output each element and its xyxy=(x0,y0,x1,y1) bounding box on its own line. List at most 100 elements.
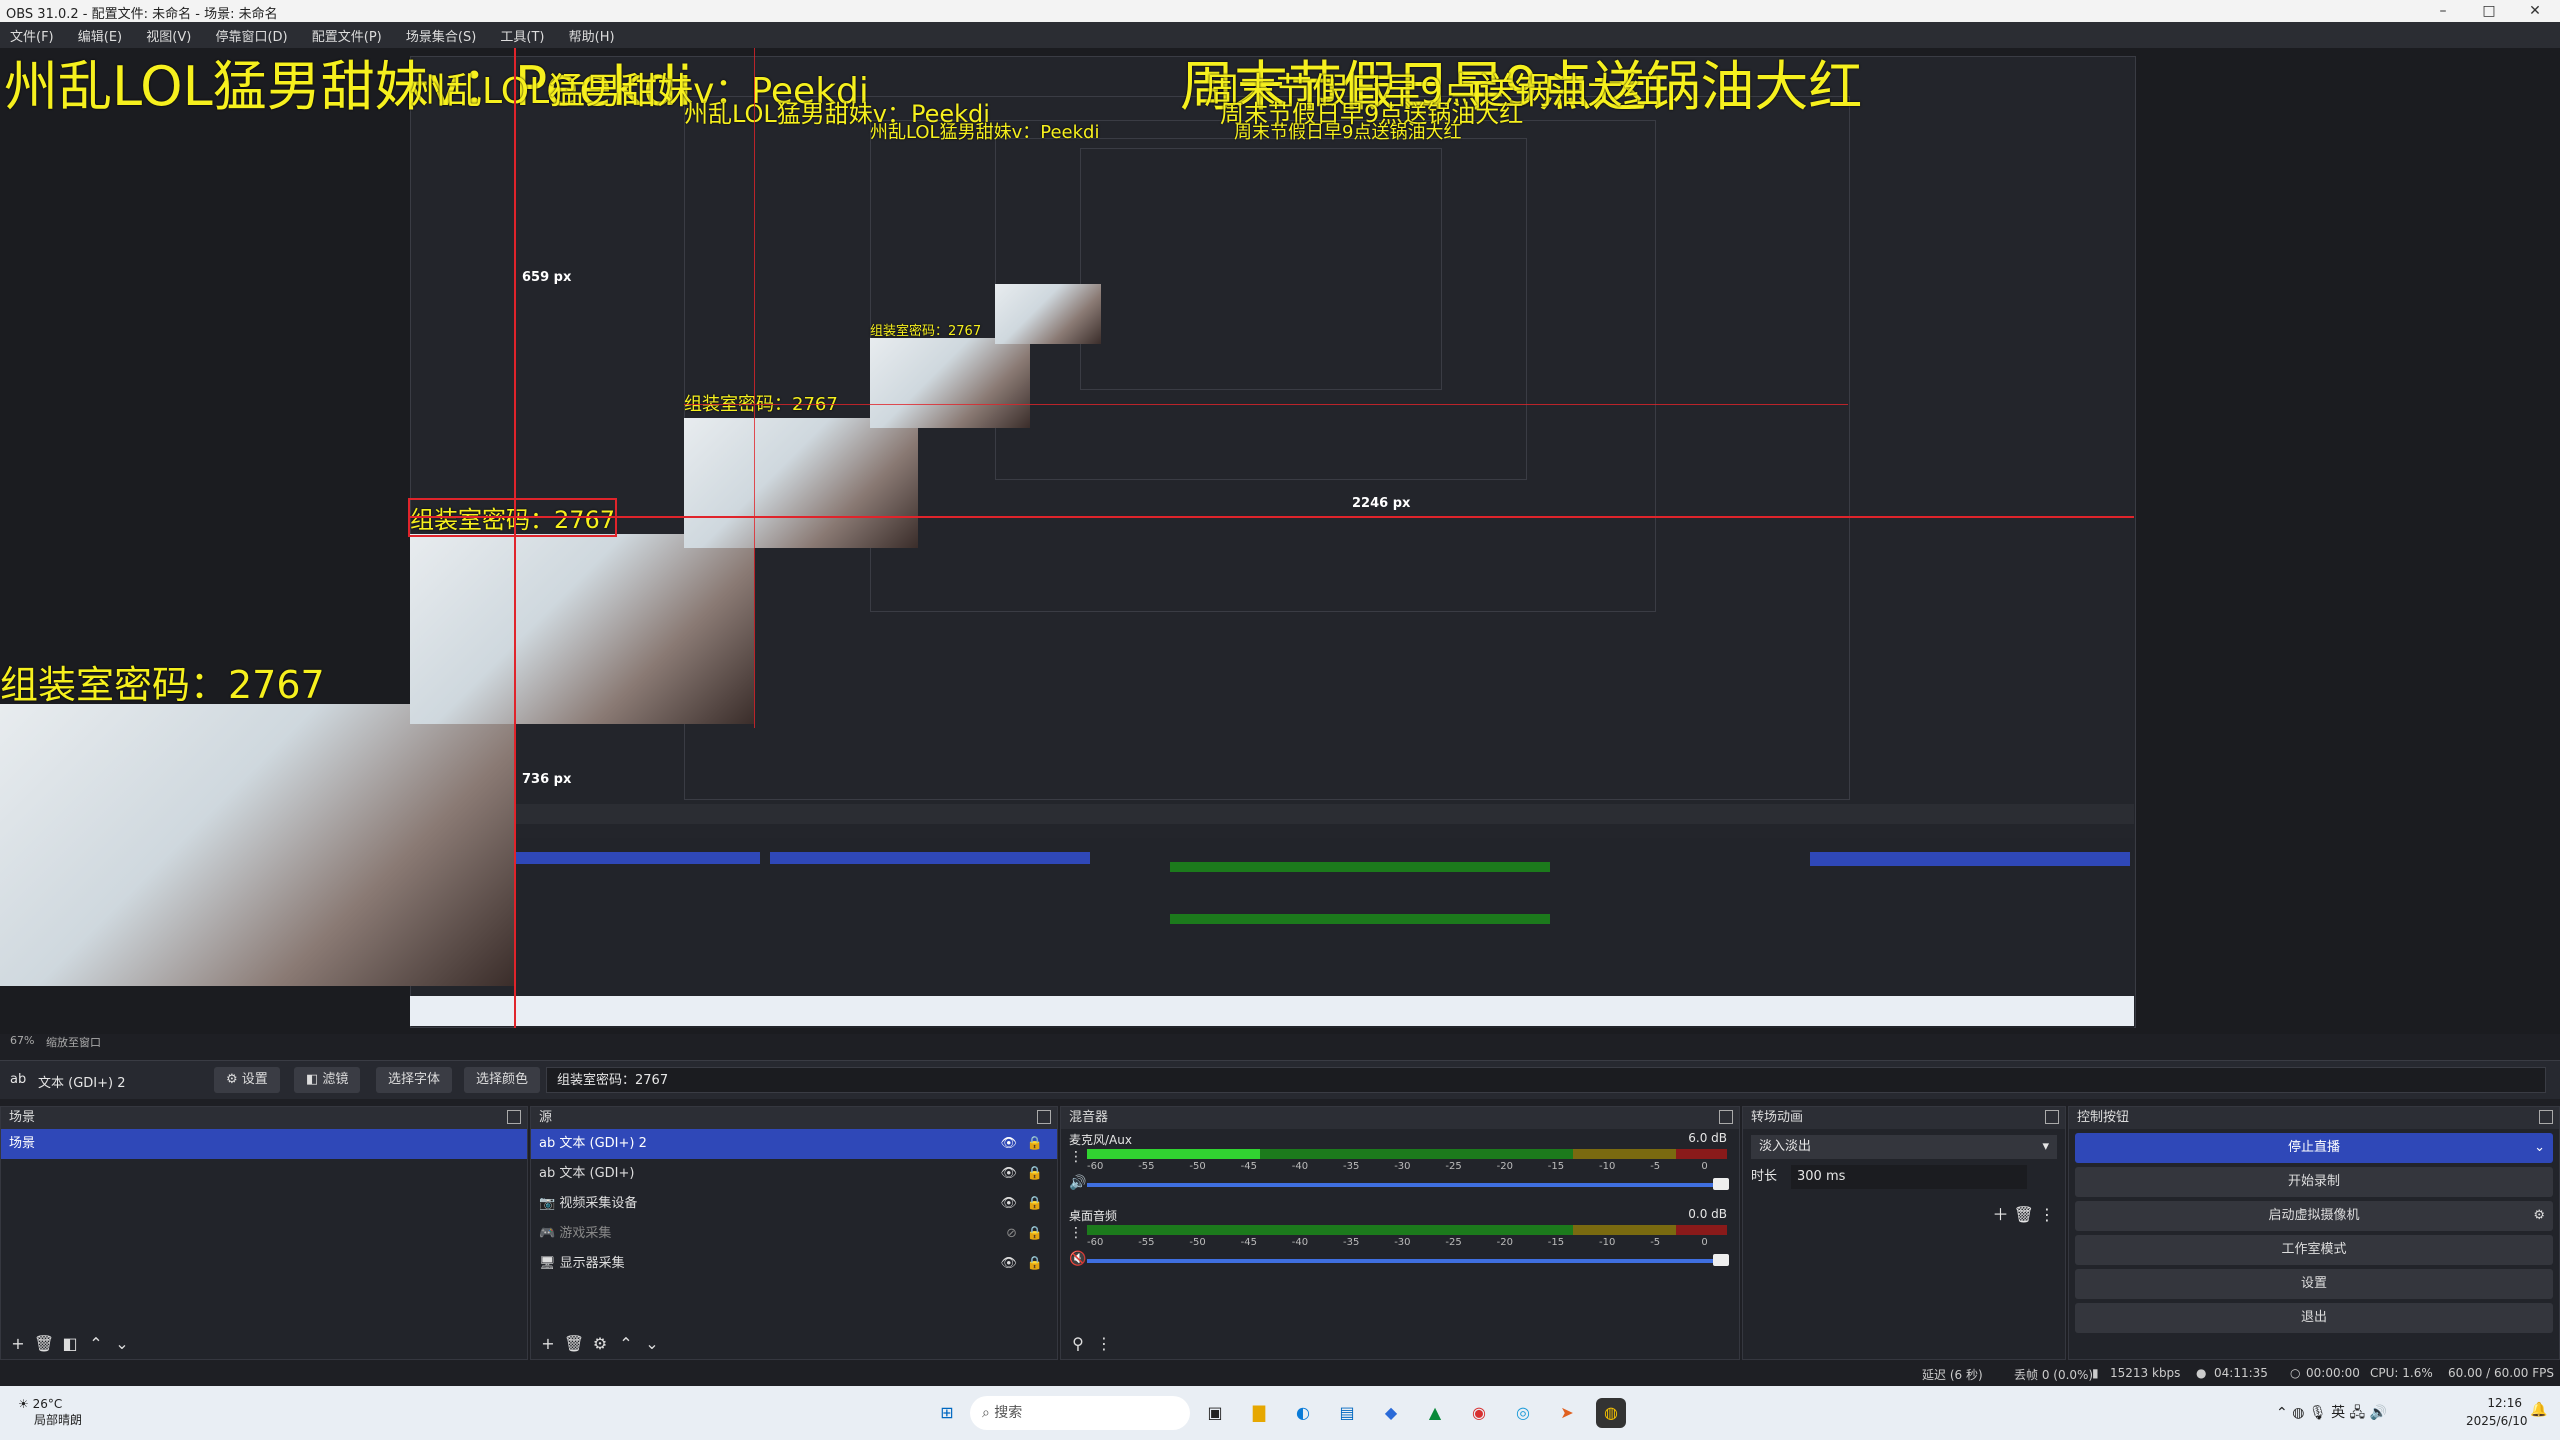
context-text-input[interactable]: 组装室密码：2767 xyxy=(546,1067,2546,1093)
maximize-button[interactable]: □ xyxy=(2466,0,2512,22)
eye-icon[interactable]: 👁 xyxy=(1000,1249,1017,1279)
meter-level xyxy=(1087,1149,1260,1159)
taskbar-search[interactable]: ⌕ 搜索 xyxy=(970,1396,1190,1430)
menu-edit[interactable]: 编辑(E) xyxy=(68,22,132,49)
lock-icon[interactable]: 🔒 xyxy=(1027,1189,1043,1219)
scene-item[interactable]: 场景 xyxy=(1,1129,527,1159)
lock-icon[interactable]: 🔒 xyxy=(1027,1219,1043,1249)
context-color-button[interactable]: 选择颜色 xyxy=(464,1067,541,1093)
down-icon[interactable]: ⌄ xyxy=(109,1334,135,1353)
zoom-mode[interactable]: 缩放至窗口 xyxy=(46,1034,101,1050)
menu-view[interactable]: 视图(V) xyxy=(136,22,201,49)
edge-icon[interactable]: ◐ xyxy=(1288,1398,1318,1428)
source-item-label: 文本 (GDI+) 2 xyxy=(559,1136,647,1151)
speaker-icon[interactable]: 🔊 xyxy=(1069,1175,1086,1191)
volume-slider[interactable] xyxy=(1087,1254,1729,1266)
lock-icon[interactable]: 🔒 xyxy=(1027,1159,1043,1189)
start-virtual-camera-button[interactable]: 启动虚拟摄像机 ⚙ xyxy=(2075,1201,2553,1231)
trash-icon[interactable]: 🗑 xyxy=(561,1334,587,1353)
duration-row: 时长 300 ms xyxy=(1751,1165,2057,1189)
down-icon[interactable]: ⌄ xyxy=(639,1334,665,1353)
exit-button[interactable]: 退出 xyxy=(2075,1303,2553,1333)
status-rec-time: 00:00:00 xyxy=(2306,1366,2360,1380)
up-icon[interactable]: ⌃ xyxy=(83,1334,109,1353)
volume-icon[interactable]: 🔊 xyxy=(2370,1405,2387,1421)
source-item[interactable]: 🖥 显示器采集 👁 🔒 xyxy=(531,1249,1057,1279)
ime-indicator[interactable]: 英 xyxy=(2331,1405,2345,1421)
undock-icon[interactable] xyxy=(507,1110,521,1124)
kebab-menu-icon[interactable]: ⋮ xyxy=(1069,1149,1083,1165)
undock-icon[interactable] xyxy=(2539,1110,2553,1124)
eye-hidden-icon[interactable]: ⊘ xyxy=(1006,1219,1017,1249)
app-icon[interactable]: ◆ xyxy=(1376,1398,1406,1428)
terminal-icon[interactable]: ▲ xyxy=(1420,1398,1450,1428)
eye-icon[interactable]: 👁 xyxy=(1000,1159,1017,1189)
trash-icon[interactable]: 🗑 xyxy=(2014,1205,2039,1224)
chevron-up-icon[interactable]: ⌃ xyxy=(2276,1405,2288,1421)
filter-icon[interactable]: ◧ xyxy=(57,1334,83,1353)
add-icon[interactable]: + xyxy=(5,1334,31,1353)
network-icon[interactable]: 🖧 xyxy=(2350,1405,2366,1421)
up-icon[interactable]: ⌃ xyxy=(613,1334,639,1353)
weather-widget[interactable]: ☀ 26°C 局部晴朗 xyxy=(18,1396,82,1428)
duration-input[interactable]: 300 ms xyxy=(1791,1165,2027,1189)
stop-streaming-button[interactable]: 停止直播 ⌄ xyxy=(2075,1133,2553,1163)
notification-icon[interactable]: 🔔 xyxy=(2530,1402,2547,1418)
transition-select[interactable]: 淡入淡出 ▾ xyxy=(1751,1135,2057,1159)
gear-icon[interactable]: ⚙ xyxy=(2533,1201,2545,1231)
clock[interactable]: 12:16 2025/6/10 xyxy=(2466,1394,2528,1430)
chrome-icon[interactable]: ◉ xyxy=(1464,1398,1494,1428)
menu-help[interactable]: 帮助(H) xyxy=(559,22,625,49)
channel-db: 0.0 dB xyxy=(1688,1207,1727,1221)
file-explorer-icon[interactable]: ▇ xyxy=(1244,1398,1274,1428)
menu-tools[interactable]: 工具(T) xyxy=(490,22,554,49)
undock-icon[interactable] xyxy=(1037,1110,1051,1124)
speaker-muted-icon[interactable]: 🔇 xyxy=(1069,1251,1086,1267)
close-button[interactable]: ✕ xyxy=(2512,0,2558,22)
add-icon[interactable]: + xyxy=(535,1334,561,1353)
gear-icon[interactable]: ⚙ xyxy=(587,1334,613,1353)
kebab-menu-icon[interactable]: ⋮ xyxy=(2039,1205,2055,1224)
zoom-indicator[interactable]: 67% 缩放至窗口 xyxy=(0,1034,300,1050)
start-recording-button[interactable]: 开始录制 xyxy=(2075,1167,2553,1197)
add-icon[interactable]: ＋ xyxy=(1993,1205,2014,1224)
menu-profile[interactable]: 配置文件(P) xyxy=(302,22,392,49)
undock-icon[interactable] xyxy=(1719,1110,1733,1124)
volume-slider[interactable] xyxy=(1087,1178,1729,1190)
eye-icon[interactable]: 👁 xyxy=(1000,1189,1017,1219)
browser-icon[interactable]: ◎ xyxy=(1508,1398,1538,1428)
kebab-menu-icon[interactable]: ⋮ xyxy=(1091,1334,1117,1353)
kebab-menu-icon[interactable]: ⋮ xyxy=(1069,1225,1083,1241)
measure-2246-label: 2246 px xyxy=(1352,496,1411,511)
source-item[interactable]: 🎮 游戏采集 ⊘ 🔒 xyxy=(531,1219,1057,1249)
menu-file[interactable]: 文件(F) xyxy=(0,22,64,49)
stop-streaming-label: 停止直播 xyxy=(2287,1140,2340,1155)
menu-scene-collection[interactable]: 场景集合(S) xyxy=(396,22,486,49)
eye-icon[interactable]: 👁 xyxy=(1000,1129,1017,1159)
source-item[interactable]: ab 文本 (GDI+) 👁 🔒 xyxy=(531,1159,1057,1189)
link-icon[interactable]: ⚲ xyxy=(1065,1334,1091,1353)
context-font-button[interactable]: 选择字体 xyxy=(376,1067,453,1093)
undock-icon[interactable] xyxy=(2045,1110,2059,1124)
chevron-down-icon: ⌄ xyxy=(2534,1140,2545,1155)
trash-icon[interactable]: 🗑 xyxy=(31,1334,57,1353)
context-filters-button[interactable]: ◧ 滤镜 xyxy=(294,1067,361,1093)
menu-docks[interactable]: 停靠窗口(D) xyxy=(205,22,297,49)
app-icon[interactable]: ➤ xyxy=(1552,1398,1582,1428)
task-view-icon[interactable]: ▣ xyxy=(1200,1398,1230,1428)
studio-mode-button[interactable]: 工作室模式 xyxy=(2075,1235,2553,1265)
lock-icon[interactable]: 🔒 xyxy=(1027,1249,1043,1279)
source-item[interactable]: ab 文本 (GDI+) 2 👁 🔒 xyxy=(531,1129,1057,1159)
tray-app-icon[interactable]: ◍ xyxy=(2292,1405,2304,1421)
obs-icon[interactable]: ◍ xyxy=(1596,1398,1626,1428)
preview-canvas[interactable]: 州乱LOL猛男甜妹v：Peekdi 周末节假日早9点送锅油大红 州乱LOL猛男甜… xyxy=(0,48,2560,1034)
windows-start-icon[interactable]: ⊞ xyxy=(932,1398,962,1428)
microphone-icon[interactable]: 🎙 xyxy=(2309,1405,2327,1421)
weather-temp: 26°C xyxy=(32,1397,63,1411)
settings-button[interactable]: 设置 xyxy=(2075,1269,2553,1299)
store-icon[interactable]: ▤ xyxy=(1332,1398,1362,1428)
source-item[interactable]: 📷 视频采集设备 👁 🔒 xyxy=(531,1189,1057,1219)
lock-icon[interactable]: 🔒 xyxy=(1027,1129,1043,1159)
minimize-button[interactable]: – xyxy=(2420,0,2466,22)
context-settings-button[interactable]: ⚙ 设置 xyxy=(214,1067,280,1093)
